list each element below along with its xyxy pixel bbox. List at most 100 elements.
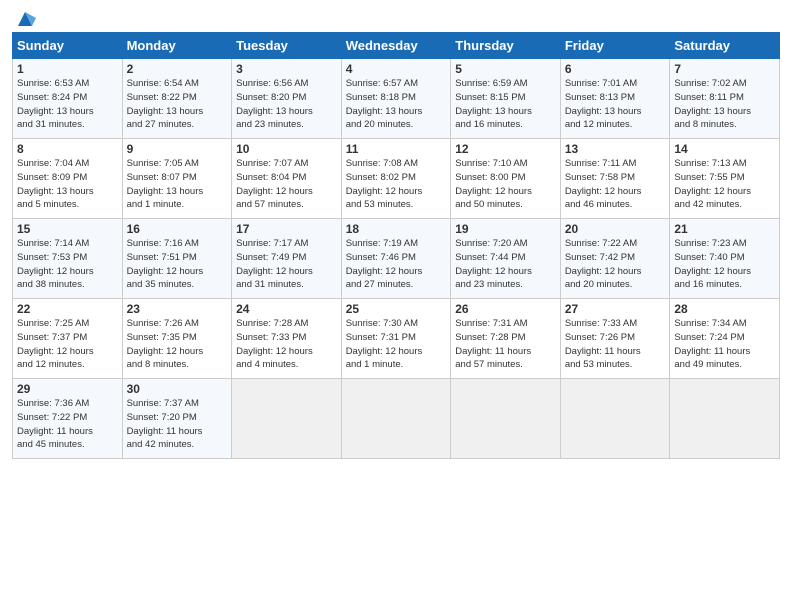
calendar-cell: 30Sunrise: 7:37 AM Sunset: 7:20 PM Dayli… xyxy=(122,379,232,459)
day-info: Sunrise: 7:26 AM Sunset: 7:35 PM Dayligh… xyxy=(127,317,228,372)
day-number: 7 xyxy=(674,62,775,76)
weekday-header-friday: Friday xyxy=(560,33,670,59)
calendar-cell: 10Sunrise: 7:07 AM Sunset: 8:04 PM Dayli… xyxy=(232,139,342,219)
calendar-cell: 21Sunrise: 7:23 AM Sunset: 7:40 PM Dayli… xyxy=(670,219,780,299)
day-number: 2 xyxy=(127,62,228,76)
day-number: 21 xyxy=(674,222,775,236)
day-info: Sunrise: 6:56 AM Sunset: 8:20 PM Dayligh… xyxy=(236,77,337,132)
weekday-header-wednesday: Wednesday xyxy=(341,33,451,59)
week-row-1: 1Sunrise: 6:53 AM Sunset: 8:24 PM Daylig… xyxy=(13,59,780,139)
calendar-cell: 1Sunrise: 6:53 AM Sunset: 8:24 PM Daylig… xyxy=(13,59,123,139)
weekday-header-row: SundayMondayTuesdayWednesdayThursdayFrid… xyxy=(13,33,780,59)
week-row-2: 8Sunrise: 7:04 AM Sunset: 8:09 PM Daylig… xyxy=(13,139,780,219)
calendar-cell: 7Sunrise: 7:02 AM Sunset: 8:11 PM Daylig… xyxy=(670,59,780,139)
header xyxy=(12,10,780,26)
calendar-cell: 14Sunrise: 7:13 AM Sunset: 7:55 PM Dayli… xyxy=(670,139,780,219)
day-info: Sunrise: 7:33 AM Sunset: 7:26 PM Dayligh… xyxy=(565,317,666,372)
week-row-4: 22Sunrise: 7:25 AM Sunset: 7:37 PM Dayli… xyxy=(13,299,780,379)
calendar-cell: 3Sunrise: 6:56 AM Sunset: 8:20 PM Daylig… xyxy=(232,59,342,139)
day-info: Sunrise: 7:02 AM Sunset: 8:11 PM Dayligh… xyxy=(674,77,775,132)
day-info: Sunrise: 7:17 AM Sunset: 7:49 PM Dayligh… xyxy=(236,237,337,292)
calendar-cell xyxy=(560,379,670,459)
calendar-cell: 18Sunrise: 7:19 AM Sunset: 7:46 PM Dayli… xyxy=(341,219,451,299)
day-number: 24 xyxy=(236,302,337,316)
calendar-cell: 26Sunrise: 7:31 AM Sunset: 7:28 PM Dayli… xyxy=(451,299,561,379)
calendar-cell xyxy=(341,379,451,459)
calendar-cell: 5Sunrise: 6:59 AM Sunset: 8:15 PM Daylig… xyxy=(451,59,561,139)
day-number: 16 xyxy=(127,222,228,236)
weekday-header-thursday: Thursday xyxy=(451,33,561,59)
calendar-cell xyxy=(232,379,342,459)
day-number: 9 xyxy=(127,142,228,156)
day-number: 15 xyxy=(17,222,118,236)
day-number: 8 xyxy=(17,142,118,156)
day-number: 18 xyxy=(346,222,447,236)
day-info: Sunrise: 7:31 AM Sunset: 7:28 PM Dayligh… xyxy=(455,317,556,372)
week-row-5: 29Sunrise: 7:36 AM Sunset: 7:22 PM Dayli… xyxy=(13,379,780,459)
day-info: Sunrise: 7:08 AM Sunset: 8:02 PM Dayligh… xyxy=(346,157,447,212)
calendar-cell: 15Sunrise: 7:14 AM Sunset: 7:53 PM Dayli… xyxy=(13,219,123,299)
calendar-cell xyxy=(670,379,780,459)
day-number: 4 xyxy=(346,62,447,76)
calendar-cell: 19Sunrise: 7:20 AM Sunset: 7:44 PM Dayli… xyxy=(451,219,561,299)
day-info: Sunrise: 7:30 AM Sunset: 7:31 PM Dayligh… xyxy=(346,317,447,372)
day-info: Sunrise: 7:10 AM Sunset: 8:00 PM Dayligh… xyxy=(455,157,556,212)
weekday-header-saturday: Saturday xyxy=(670,33,780,59)
day-info: Sunrise: 7:22 AM Sunset: 7:42 PM Dayligh… xyxy=(565,237,666,292)
day-info: Sunrise: 7:05 AM Sunset: 8:07 PM Dayligh… xyxy=(127,157,228,212)
day-info: Sunrise: 7:14 AM Sunset: 7:53 PM Dayligh… xyxy=(17,237,118,292)
day-info: Sunrise: 7:37 AM Sunset: 7:20 PM Dayligh… xyxy=(127,397,228,452)
day-info: Sunrise: 7:34 AM Sunset: 7:24 PM Dayligh… xyxy=(674,317,775,372)
day-number: 26 xyxy=(455,302,556,316)
weekday-header-sunday: Sunday xyxy=(13,33,123,59)
calendar-cell: 2Sunrise: 6:54 AM Sunset: 8:22 PM Daylig… xyxy=(122,59,232,139)
calendar-cell: 27Sunrise: 7:33 AM Sunset: 7:26 PM Dayli… xyxy=(560,299,670,379)
day-info: Sunrise: 7:11 AM Sunset: 7:58 PM Dayligh… xyxy=(565,157,666,212)
day-number: 17 xyxy=(236,222,337,236)
day-info: Sunrise: 7:13 AM Sunset: 7:55 PM Dayligh… xyxy=(674,157,775,212)
calendar-cell: 8Sunrise: 7:04 AM Sunset: 8:09 PM Daylig… xyxy=(13,139,123,219)
day-number: 14 xyxy=(674,142,775,156)
calendar-cell: 24Sunrise: 7:28 AM Sunset: 7:33 PM Dayli… xyxy=(232,299,342,379)
day-info: Sunrise: 7:28 AM Sunset: 7:33 PM Dayligh… xyxy=(236,317,337,372)
day-number: 28 xyxy=(674,302,775,316)
day-info: Sunrise: 7:36 AM Sunset: 7:22 PM Dayligh… xyxy=(17,397,118,452)
calendar-cell: 4Sunrise: 6:57 AM Sunset: 8:18 PM Daylig… xyxy=(341,59,451,139)
day-info: Sunrise: 7:04 AM Sunset: 8:09 PM Dayligh… xyxy=(17,157,118,212)
page-container: SundayMondayTuesdayWednesdayThursdayFrid… xyxy=(0,0,792,467)
day-number: 13 xyxy=(565,142,666,156)
day-number: 25 xyxy=(346,302,447,316)
day-number: 27 xyxy=(565,302,666,316)
day-info: Sunrise: 7:16 AM Sunset: 7:51 PM Dayligh… xyxy=(127,237,228,292)
calendar-cell: 13Sunrise: 7:11 AM Sunset: 7:58 PM Dayli… xyxy=(560,139,670,219)
weekday-header-tuesday: Tuesday xyxy=(232,33,342,59)
day-info: Sunrise: 6:57 AM Sunset: 8:18 PM Dayligh… xyxy=(346,77,447,132)
day-number: 5 xyxy=(455,62,556,76)
day-number: 3 xyxy=(236,62,337,76)
calendar-cell: 20Sunrise: 7:22 AM Sunset: 7:42 PM Dayli… xyxy=(560,219,670,299)
day-number: 23 xyxy=(127,302,228,316)
day-info: Sunrise: 7:19 AM Sunset: 7:46 PM Dayligh… xyxy=(346,237,447,292)
day-number: 30 xyxy=(127,382,228,396)
day-number: 12 xyxy=(455,142,556,156)
calendar-cell: 12Sunrise: 7:10 AM Sunset: 8:00 PM Dayli… xyxy=(451,139,561,219)
calendar-cell: 9Sunrise: 7:05 AM Sunset: 8:07 PM Daylig… xyxy=(122,139,232,219)
calendar-cell: 11Sunrise: 7:08 AM Sunset: 8:02 PM Dayli… xyxy=(341,139,451,219)
day-number: 10 xyxy=(236,142,337,156)
day-number: 20 xyxy=(565,222,666,236)
calendar-cell: 6Sunrise: 7:01 AM Sunset: 8:13 PM Daylig… xyxy=(560,59,670,139)
day-info: Sunrise: 7:20 AM Sunset: 7:44 PM Dayligh… xyxy=(455,237,556,292)
day-number: 11 xyxy=(346,142,447,156)
day-number: 19 xyxy=(455,222,556,236)
day-number: 6 xyxy=(565,62,666,76)
calendar-cell: 28Sunrise: 7:34 AM Sunset: 7:24 PM Dayli… xyxy=(670,299,780,379)
calendar-cell: 29Sunrise: 7:36 AM Sunset: 7:22 PM Dayli… xyxy=(13,379,123,459)
day-info: Sunrise: 7:07 AM Sunset: 8:04 PM Dayligh… xyxy=(236,157,337,212)
calendar-table: SundayMondayTuesdayWednesdayThursdayFrid… xyxy=(12,32,780,459)
logo-icon xyxy=(14,8,36,30)
logo xyxy=(12,10,36,26)
calendar-cell: 25Sunrise: 7:30 AM Sunset: 7:31 PM Dayli… xyxy=(341,299,451,379)
day-number: 22 xyxy=(17,302,118,316)
day-info: Sunrise: 6:54 AM Sunset: 8:22 PM Dayligh… xyxy=(127,77,228,132)
calendar-cell: 16Sunrise: 7:16 AM Sunset: 7:51 PM Dayli… xyxy=(122,219,232,299)
